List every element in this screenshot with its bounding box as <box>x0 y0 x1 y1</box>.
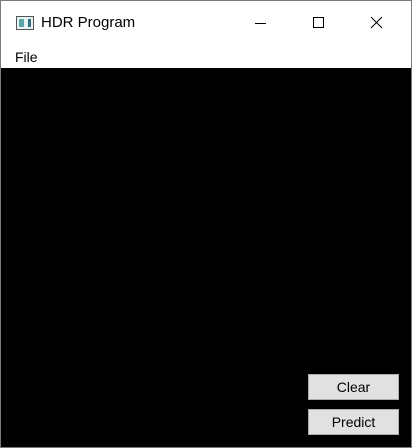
menu-bar: File <box>1 46 411 68</box>
app-window: HDR Program File Clear Predict <box>0 0 412 448</box>
title-bar[interactable]: HDR Program <box>1 1 411 46</box>
predict-button[interactable]: Predict <box>308 409 399 435</box>
minimize-icon <box>255 23 266 24</box>
maximize-button[interactable] <box>289 1 347 46</box>
window-title: HDR Program <box>41 14 136 31</box>
close-button[interactable] <box>347 1 405 46</box>
minimize-button[interactable] <box>231 1 289 46</box>
app-icon <box>16 16 34 30</box>
maximize-icon <box>313 17 324 28</box>
menu-file[interactable]: File <box>9 48 44 66</box>
clear-button[interactable]: Clear <box>308 374 399 400</box>
close-icon <box>370 16 383 29</box>
